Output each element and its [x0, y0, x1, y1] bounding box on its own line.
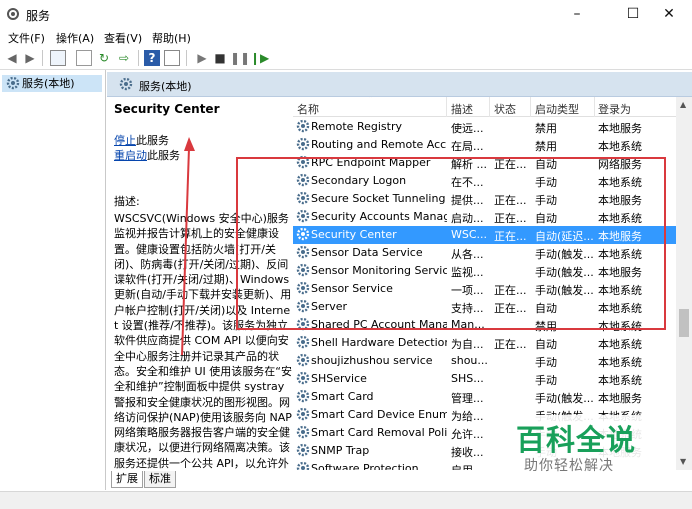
watermark-subtitle: 助你轻松解决: [524, 458, 614, 474]
watermark-title: 百科全说: [516, 423, 637, 457]
watermark: 百科全说 助你轻松解决: [508, 415, 654, 477]
